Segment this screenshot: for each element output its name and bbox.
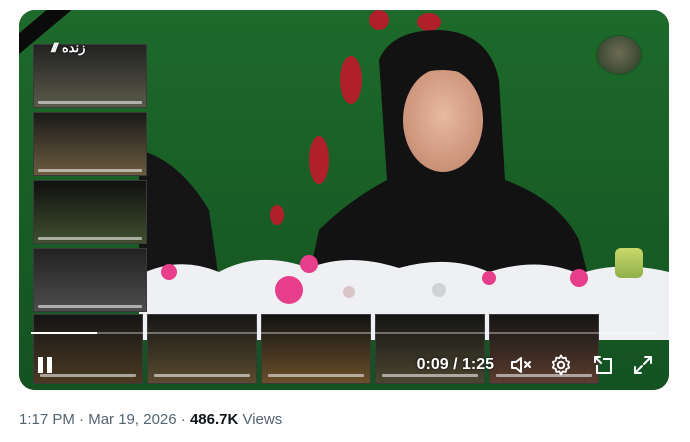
views-label: Views: [238, 411, 283, 428]
thumbnail: [33, 180, 147, 244]
pause-button[interactable]: [35, 354, 55, 376]
picture-in-picture-icon: [594, 356, 612, 374]
channel-emblem: [597, 36, 641, 74]
post-date[interactable]: Mar 19, 2026: [88, 411, 176, 428]
live-badge: ///زنده: [51, 40, 86, 55]
side-thumbnails: [33, 44, 147, 346]
time-display: 0:09 / 1:25: [416, 356, 494, 373]
picture-in-picture-button[interactable]: [591, 353, 615, 377]
thumbnail: [33, 112, 147, 176]
volume-muted-icon: [511, 357, 531, 373]
video-player[interactable]: ///زنده 0:09 / 1:25: [19, 10, 669, 390]
settings-button[interactable]: [549, 353, 573, 377]
pause-icon: [38, 357, 43, 373]
thumbnail: [33, 248, 147, 312]
fullscreen-icon: [634, 356, 652, 374]
side-emblem: [615, 248, 643, 278]
mute-button[interactable]: [509, 353, 533, 377]
player-controls: 0:09 / 1:25: [19, 326, 669, 390]
tweet-meta: 1:17 PM · Mar 19, 2026 · 486.7K Views: [19, 411, 283, 428]
post-time[interactable]: 1:17 PM: [19, 411, 75, 428]
views-count: 486.7K: [189, 411, 239, 428]
current-time: 0:09: [416, 356, 449, 373]
duration: 1:25: [461, 356, 494, 373]
progress-fill: [31, 332, 98, 334]
progress-bar[interactable]: [31, 332, 657, 334]
fullscreen-button[interactable]: [631, 353, 655, 377]
gear-icon: [551, 354, 571, 376]
